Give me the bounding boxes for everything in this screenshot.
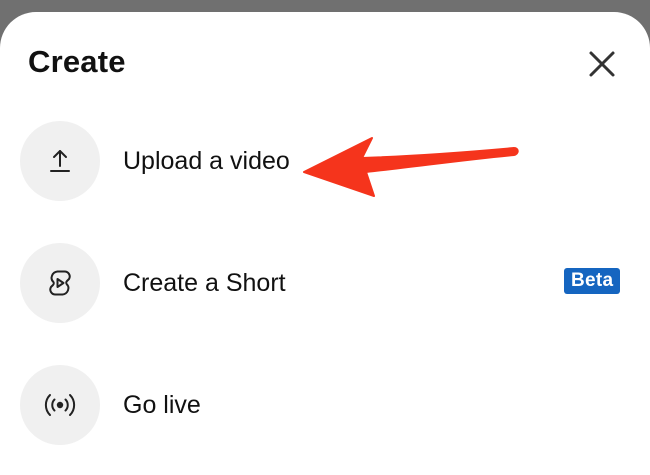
menu-item-label: Upload a video	[123, 147, 290, 175]
menu-item-create-short[interactable]: Create a Short	[0, 243, 650, 353]
menu-item-go-live[interactable]: Go live	[0, 365, 650, 475]
menu-item-label: Create a Short	[123, 269, 286, 297]
upload-icon-circle	[20, 121, 100, 201]
upload-icon	[50, 150, 70, 172]
live-icon-circle	[20, 365, 100, 445]
shorts-icon-circle	[20, 243, 100, 323]
menu-item-label: Go live	[123, 391, 201, 419]
beta-badge: Beta	[564, 268, 621, 294]
live-broadcast-icon	[44, 394, 76, 416]
sheet-title: Create	[28, 44, 126, 79]
close-button[interactable]	[580, 42, 624, 86]
close-icon	[589, 51, 615, 77]
annotation-arrow-icon	[303, 137, 519, 197]
shorts-icon	[49, 270, 71, 296]
